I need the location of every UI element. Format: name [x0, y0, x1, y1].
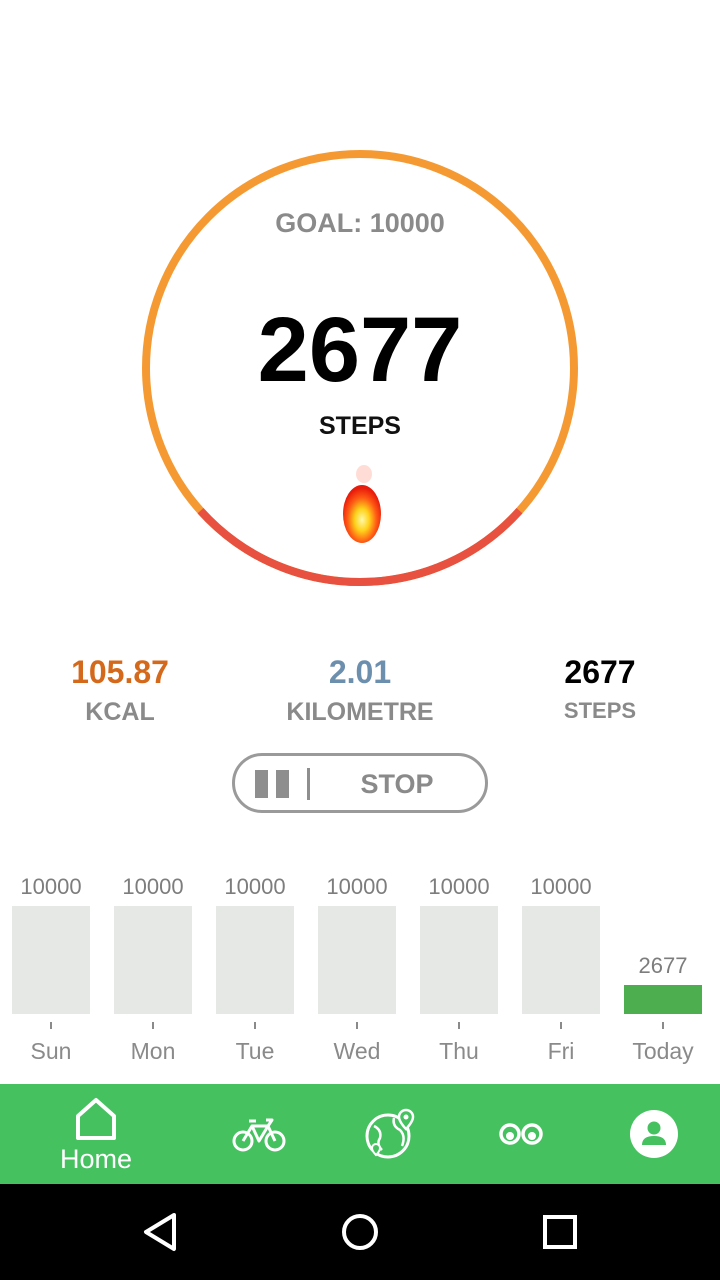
- goal-text: GOAL: 10000: [275, 208, 445, 238]
- bar-value-label: 10000: [122, 874, 184, 899]
- day-label: Sun: [30, 1038, 72, 1064]
- day-label: Fri: [547, 1038, 575, 1064]
- distance-stat: 2.01 KILOMETRE: [240, 652, 480, 727]
- axis-tick: [560, 1022, 562, 1029]
- kcal-value: 105.87: [71, 654, 169, 690]
- bottom-navigation: Home: [0, 1084, 720, 1184]
- day-label: Tue: [235, 1038, 275, 1064]
- bar-value-label: 10000: [326, 874, 388, 899]
- pause-stop-control: STOP: [232, 753, 488, 813]
- nav-explore[interactable]: [470, 1084, 570, 1184]
- axis-tick: [458, 1022, 460, 1029]
- day-label: Today: [632, 1038, 694, 1064]
- nav-profile[interactable]: [604, 1084, 704, 1184]
- bar-value-label: 2677: [638, 953, 688, 978]
- home-icon: [76, 1098, 116, 1140]
- bicycle-icon: [232, 1118, 286, 1152]
- distance-label: KILOMETRE: [286, 698, 434, 726]
- control-divider: [307, 768, 310, 800]
- goggles-icon: [499, 1123, 543, 1145]
- nav-home-label: Home: [59, 1144, 133, 1174]
- axis-tick: [254, 1022, 256, 1029]
- axis-tick: [50, 1022, 52, 1029]
- day-label: Mon: [130, 1038, 176, 1064]
- day-label: Thu: [439, 1038, 479, 1064]
- back-icon[interactable]: [140, 1211, 180, 1253]
- kcal-label: KCAL: [85, 698, 155, 726]
- stop-button[interactable]: STOP: [327, 768, 467, 800]
- bar: [12, 906, 90, 1014]
- bar: [624, 985, 702, 1014]
- bar: [318, 906, 396, 1014]
- weekly-steps-chart: 10000 Sun 10000 Mon 10000 Tue 10000 Wed 10000 Thu…: [0, 870, 720, 1070]
- bar: [522, 906, 600, 1014]
- steps-stat: 2677 STEPS: [480, 652, 720, 724]
- axis-tick: [356, 1022, 358, 1029]
- bar-value-label: 10000: [428, 874, 490, 899]
- axis-tick: [662, 1022, 664, 1029]
- steps-stat-label: STEPS: [563, 698, 637, 723]
- nav-cycling[interactable]: [208, 1084, 308, 1184]
- recents-icon[interactable]: [542, 1214, 578, 1250]
- bar: [216, 906, 294, 1014]
- home-circle-icon[interactable]: [340, 1212, 380, 1252]
- globe-map-icon: [365, 1108, 415, 1159]
- profile-icon: [630, 1110, 678, 1158]
- steps-value: 2677: [564, 654, 636, 690]
- step-count: 2677: [257, 299, 463, 401]
- step-count-label: STEPS: [319, 412, 401, 440]
- bar-value-label: 10000: [530, 874, 592, 899]
- day-label: Wed: [333, 1038, 381, 1064]
- axis-tick: [152, 1022, 154, 1029]
- bar-value-label: 10000: [224, 874, 286, 899]
- distance-value: 2.01: [328, 654, 392, 690]
- kcal-stat: 105.87 KCAL: [0, 652, 240, 727]
- pause-icon[interactable]: [255, 770, 289, 798]
- nav-home[interactable]: Home: [0, 1084, 192, 1184]
- flame-icon: [343, 465, 381, 543]
- system-navigation-bar: [0, 1184, 720, 1280]
- bar-value-label: 10000: [20, 874, 82, 899]
- bar: [114, 906, 192, 1014]
- bar: [420, 906, 498, 1014]
- nav-map[interactable]: [340, 1084, 440, 1184]
